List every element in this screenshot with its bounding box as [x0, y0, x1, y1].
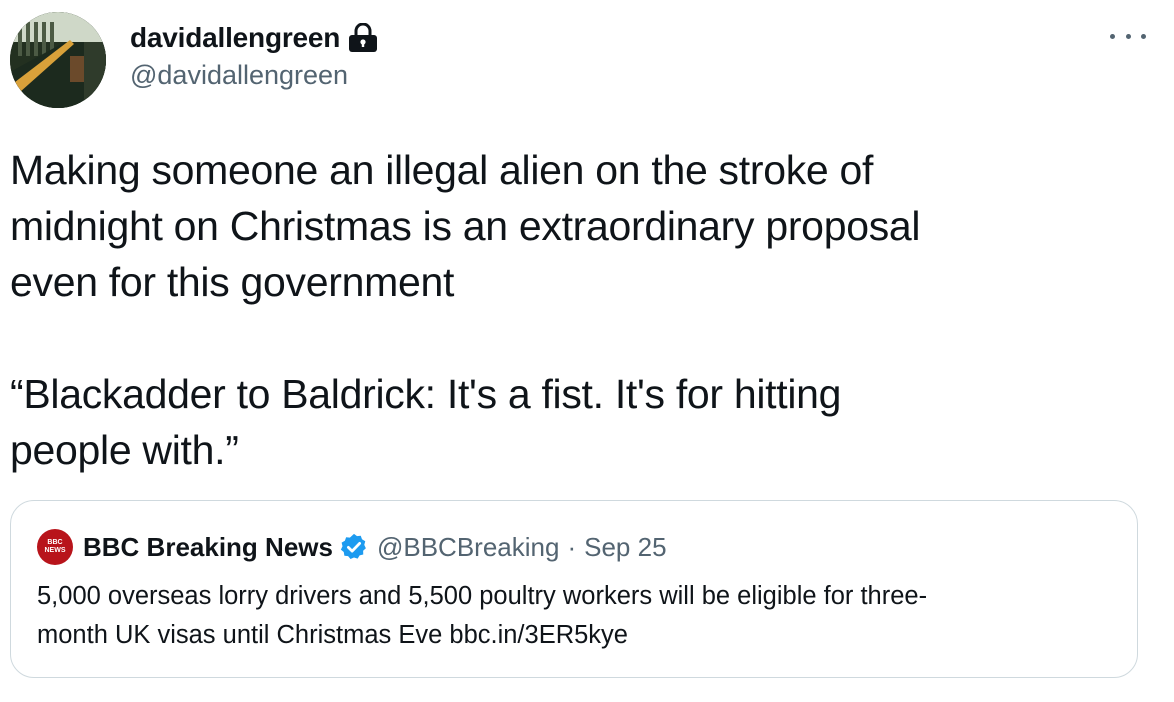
tweet-card: davidallengreen @davidallengreen Making …	[0, 0, 1174, 702]
more-dot	[1141, 33, 1146, 39]
tweet-text: Making someone an illegal alien on the s…	[10, 142, 1150, 478]
bbc-logo-icon: BBC	[45, 539, 66, 546]
more-dot	[1110, 33, 1115, 39]
more-dot	[1125, 33, 1131, 39]
tweet-text-line: even for this government	[10, 259, 455, 305]
tweet-text-line: Making someone an illegal alien on the s…	[10, 147, 874, 193]
header-separator: ·	[567, 531, 577, 562]
quoted-tweet-header: BBC NEWS BBC Breaking News @BBCBreaking …	[37, 529, 667, 565]
quoted-author-name: BBC Breaking News	[83, 531, 333, 562]
quoted-tweet-text: 5,000 overseas lorry drivers and 5,500 p…	[37, 577, 1117, 655]
tweet-text-line: “Blackadder to Baldrick: It's a fist. It…	[10, 371, 842, 417]
quoted-tweet-date: Sep 25	[584, 531, 667, 562]
quoted-text-line: 5,000 overseas lorry drivers and 5,500 p…	[37, 582, 928, 610]
quoted-author-avatar: BBC NEWS	[37, 529, 73, 565]
tweet-text-line: midnight on Christmas is an extraordinar…	[10, 203, 921, 249]
news-logo-text: NEWS	[44, 547, 66, 554]
quoted-author-handle: @BBCBreaking	[376, 531, 560, 562]
lock-icon	[346, 23, 380, 53]
author-handle[interactable]: @davidallengreen	[130, 60, 380, 91]
avatar-photo-icon	[10, 12, 106, 108]
quoted-tweet[interactable]: BBC NEWS BBC Breaking News @BBCBreaking …	[10, 500, 1138, 678]
tweet-text-line: people with.”	[10, 427, 239, 473]
verified-badge-icon	[339, 532, 369, 562]
more-options-icon[interactable]	[1110, 26, 1146, 46]
author-display-name[interactable]: davidallengreen	[130, 22, 340, 54]
author-name-row: davidallengreen	[130, 18, 380, 58]
author-avatar[interactable]	[10, 12, 106, 108]
quoted-text-line: month UK visas until Christmas Eve bbc.i…	[37, 621, 628, 649]
bbc-logo-text: BBC	[47, 539, 63, 546]
author-info: davidallengreen @davidallengreen	[130, 18, 380, 91]
